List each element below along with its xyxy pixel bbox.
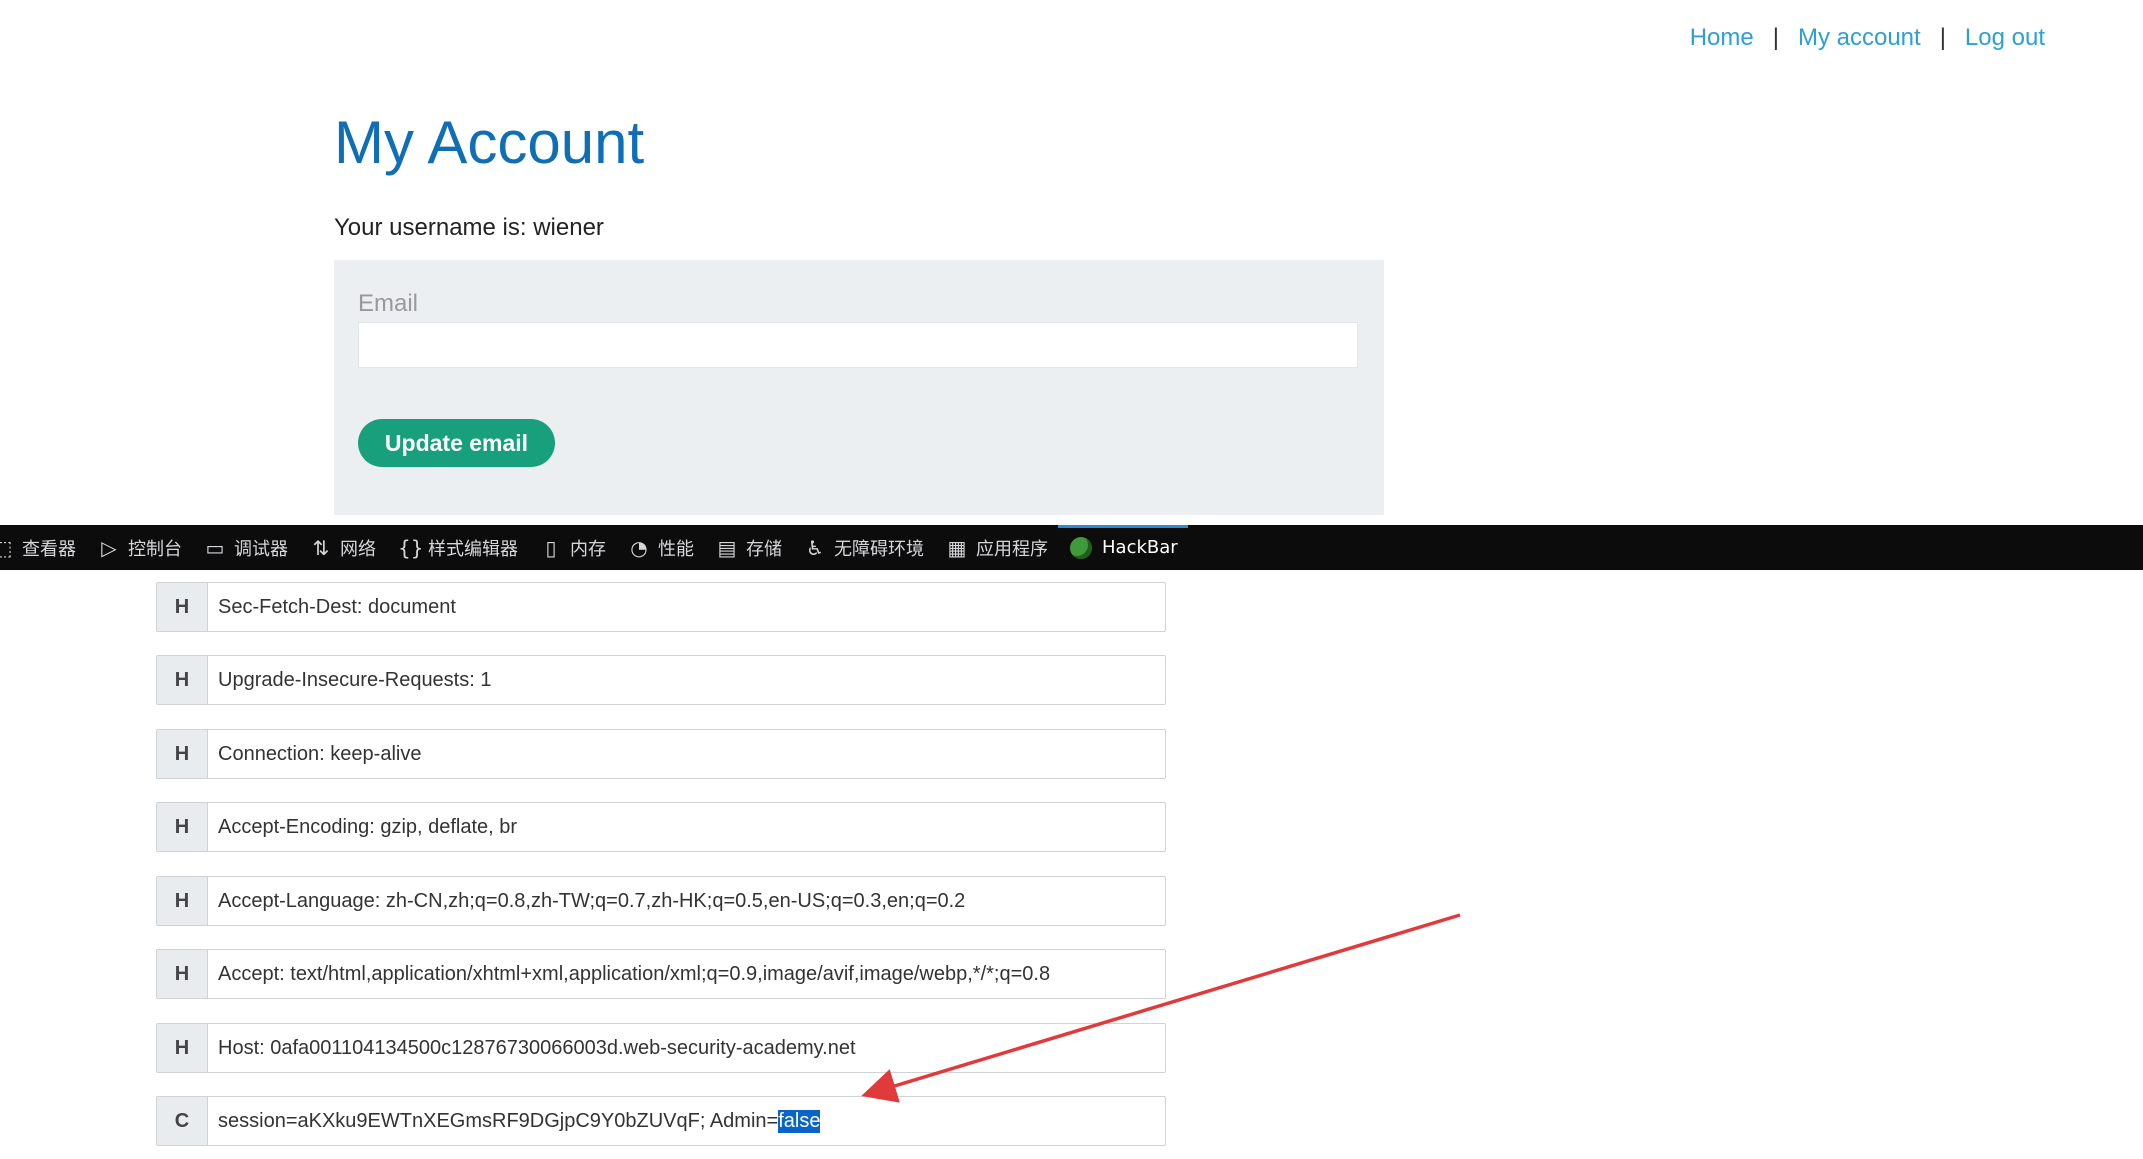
header-type-badge: H xyxy=(157,730,208,778)
nav-separator: | xyxy=(1772,24,1779,51)
header-value[interactable]: Connection: keep-alive xyxy=(208,730,421,778)
network-icon: ⇅ xyxy=(312,535,330,560)
tab-application[interactable]: ▦ 应用程序 xyxy=(934,525,1058,570)
header-type-badge: H xyxy=(157,656,208,704)
top-nav: Home | My account | Log out xyxy=(1690,22,2045,54)
tab-inspector[interactable]: ⬚ 查看器 xyxy=(0,525,86,570)
tab-label: 性能 xyxy=(658,538,694,560)
header-value[interactable]: Accept: text/html,application/xhtml+xml,… xyxy=(208,950,1050,998)
tab-label: 存储 xyxy=(746,538,782,560)
tab-label: HackBar xyxy=(1102,537,1178,558)
cookie-text: session=aKXku9EWTnXEGmsRF9DGjpC9Y0bZUVqF… xyxy=(218,1109,779,1132)
header-value[interactable]: Host: 0afa001104134500c12876730066003d.w… xyxy=(208,1024,856,1072)
debugger-icon: ▭ xyxy=(205,535,225,560)
header-type-badge: H xyxy=(157,803,208,851)
performance-icon: ◔ xyxy=(630,535,648,560)
header-row[interactable]: H Host: 0afa001104134500c12876730066003d… xyxy=(156,1023,1166,1073)
tab-label: 控制台 xyxy=(128,538,182,560)
tab-debugger[interactable]: ▭ 调试器 xyxy=(192,525,298,570)
application-icon: ▦ xyxy=(947,535,967,560)
storage-icon: ▤ xyxy=(717,535,737,560)
tab-label: 样式编辑器 xyxy=(428,538,518,560)
hackbar-icon xyxy=(1070,536,1092,559)
header-type-badge: H xyxy=(157,877,208,925)
header-row[interactable]: H Sec-Fetch-Dest: document xyxy=(156,582,1166,632)
tab-network[interactable]: ⇅ 网络 xyxy=(298,525,386,570)
header-row[interactable]: H Upgrade-Insecure-Requests: 1 xyxy=(156,655,1166,705)
email-label: Email xyxy=(358,290,419,317)
tab-label: 无障碍环境 xyxy=(834,538,924,560)
devtools-toolbar: ⬚ 查看器 ▷ 控制台 ▭ 调试器 ⇅ 网络 {} 样式编辑器 ▯ 内存 ◔ 性… xyxy=(0,525,2143,570)
header-value[interactable]: Accept-Encoding: gzip, deflate, br xyxy=(208,803,517,851)
tab-label: 网络 xyxy=(340,538,376,560)
style-editor-icon: {} xyxy=(398,535,424,560)
cookie-row[interactable]: C session=aKXku9EWTnXEGmsRF9DGjpC9Y0bZUV… xyxy=(156,1096,1166,1146)
header-row[interactable]: H Accept: text/html,application/xhtml+xm… xyxy=(156,949,1166,999)
tab-label: 调试器 xyxy=(234,538,288,560)
update-email-button[interactable]: Update email xyxy=(358,419,555,467)
page-title: My Account xyxy=(334,109,645,176)
tab-label: 查看器 xyxy=(22,538,76,560)
tab-label: 应用程序 xyxy=(976,538,1048,560)
cookie-type-badge: C xyxy=(157,1097,208,1145)
tab-console[interactable]: ▷ 控制台 xyxy=(86,525,192,570)
header-type-badge: H xyxy=(157,1024,208,1072)
username-text: Your username is: wiener xyxy=(334,214,604,241)
tab-performance[interactable]: ◔ 性能 xyxy=(616,525,704,570)
console-icon: ▷ xyxy=(101,535,117,560)
selected-admin-value: false xyxy=(778,1109,821,1133)
header-type-badge: H xyxy=(157,583,208,631)
tab-memory[interactable]: ▯ 内存 xyxy=(528,525,616,570)
header-value[interactable]: Accept-Language: zh-CN,zh;q=0.8,zh-TW;q=… xyxy=(208,877,965,925)
header-row[interactable]: H Accept-Encoding: gzip, deflate, br xyxy=(156,802,1166,852)
nav-my-account-link[interactable]: My account xyxy=(1798,24,1921,52)
tab-storage[interactable]: ▤ 存储 xyxy=(704,525,792,570)
tab-accessibility[interactable]: ♿ 无障碍环境 xyxy=(792,525,934,570)
email-field[interactable] xyxy=(358,322,1358,368)
inspector-icon: ⬚ xyxy=(0,535,13,560)
header-row[interactable]: H Connection: keep-alive xyxy=(156,729,1166,779)
memory-icon: ▯ xyxy=(545,535,557,560)
header-value[interactable]: Upgrade-Insecure-Requests: 1 xyxy=(208,656,491,704)
header-row[interactable]: H Accept-Language: zh-CN,zh;q=0.8,zh-TW;… xyxy=(156,876,1166,926)
tab-style-editor[interactable]: {} 样式编辑器 xyxy=(386,525,528,570)
nav-separator: | xyxy=(1939,24,1946,51)
email-form: Email Update email xyxy=(334,260,1384,515)
header-type-badge: H xyxy=(157,950,208,998)
cookie-value[interactable]: session=aKXku9EWTnXEGmsRF9DGjpC9Y0bZUVqF… xyxy=(208,1097,821,1145)
nav-log-out-link[interactable]: Log out xyxy=(1965,24,2045,52)
tab-label: 内存 xyxy=(570,538,606,560)
header-value[interactable]: Sec-Fetch-Dest: document xyxy=(208,583,456,631)
tab-hackbar[interactable]: HackBar xyxy=(1058,525,1188,570)
accessibility-icon: ♿ xyxy=(806,535,824,560)
nav-home-link[interactable]: Home xyxy=(1690,24,1754,52)
